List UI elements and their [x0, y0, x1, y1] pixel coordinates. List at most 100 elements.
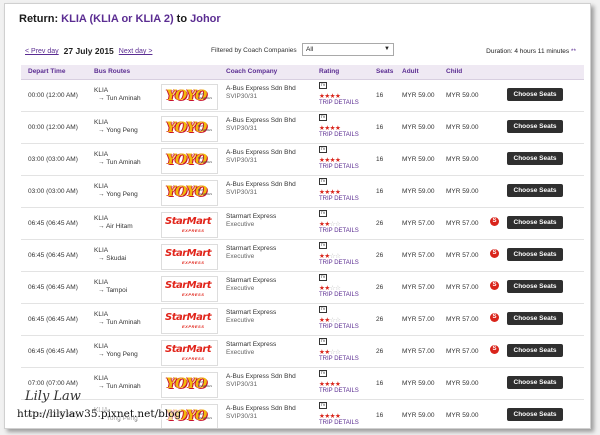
choose-seats-button[interactable]: Choose Seats [507, 152, 563, 165]
results-panel: Return: KLIA (KLIA or KLIA 2) to Johor <… [4, 3, 591, 429]
seats-available: 26 [376, 348, 384, 355]
child-price: MYR 57.00 [446, 252, 479, 259]
route-origin: KLIA [94, 247, 109, 254]
route-destination: → Tun Aminah [98, 95, 141, 102]
coach-type: Executive [226, 285, 255, 292]
col-depart-time: Depart Time [28, 68, 66, 75]
child-price: MYR 59.00 [446, 412, 479, 419]
trip-details-link[interactable]: TRIP DETAILS [319, 196, 359, 202]
choose-seats-button[interactable]: Choose Seats [507, 280, 563, 293]
coach-company-name: Starmart Express [226, 245, 277, 252]
coach-type: SVIP30/31 [226, 189, 258, 196]
star-empty-icon: ☆ [334, 253, 341, 260]
route-origin: KLIA [94, 375, 109, 382]
seats-available: 16 [376, 124, 384, 131]
tv-icon: TV [319, 370, 327, 377]
adult-price: MYR 59.00 [402, 156, 435, 163]
starmart-logo-text: StarMart [165, 280, 212, 291]
yoyo-logo: YOYO BAS EKSPRES [161, 372, 218, 398]
starmart-logo-text: StarMart [165, 248, 212, 259]
choose-seats-button[interactable]: Choose Seats [507, 120, 563, 133]
trip-details-link[interactable]: TRIP DETAILS [319, 292, 359, 298]
choose-seats-button[interactable]: Choose Seats [507, 344, 563, 357]
next-day-link[interactable]: Next day > [119, 48, 153, 55]
coach-company-name: A-Bus Express Sdn Bhd [226, 181, 296, 188]
choose-seats-button[interactable]: Choose Seats [507, 248, 563, 261]
depart-time: 06:45 (06:45 AM) [28, 220, 78, 227]
watermark-signature: Lily Law [25, 389, 81, 404]
starmart-logo-sub: EXPRESS [182, 292, 205, 297]
coach-company-name: Starmart Express [226, 277, 277, 284]
adult-price: MYR 59.00 [402, 380, 435, 387]
seats-available: 16 [376, 188, 384, 195]
duration-mark: ** [569, 48, 576, 55]
yoyo-logo-tagline: BAS EKSPRES [198, 92, 213, 100]
trip-details-link[interactable]: TRIP DETAILS [319, 228, 359, 234]
coach-type: SVIP30/31 [226, 413, 258, 420]
origin-name: KLIA (KLIA or KLIA 2) [61, 13, 174, 25]
route-destination: → Air Hitam [98, 223, 133, 230]
coach-company-filter-select[interactable]: All ▼ [302, 43, 394, 56]
trip-details-link[interactable]: TRIP DETAILS [319, 324, 359, 330]
prev-day-link[interactable]: < Prev day [25, 48, 59, 55]
choose-seats-button[interactable]: Choose Seats [507, 216, 563, 229]
choose-seats-button[interactable]: Choose Seats [507, 376, 563, 389]
yoyo-logo-tagline: BAS EKSPRES [198, 156, 213, 164]
col-child: Child [446, 68, 463, 75]
choose-seats-button[interactable]: Choose Seats [507, 184, 563, 197]
star-filled-icon: ★ [334, 157, 341, 164]
col-rating: Rating [319, 68, 340, 75]
coach-company-name: A-Bus Express Sdn Bhd [226, 117, 296, 124]
adult-price: MYR 57.00 [402, 348, 435, 355]
tv-icon: TV [319, 274, 327, 281]
rating-stars: ★★★★ [319, 412, 341, 420]
filter-selected-value: All [306, 46, 314, 53]
tv-icon: TV [319, 146, 327, 153]
star-filled-icon: ★ [334, 381, 341, 388]
destination-name: Johor [190, 13, 221, 25]
route-destination: → Tun Aminah [98, 159, 141, 166]
table-row: 06:45 (06:45 AM) KLIA → Tun Aminah StarMart… [21, 304, 584, 336]
starmart-logo-text: StarMart [165, 312, 212, 323]
starmart-logo-sub: EXPRESS [182, 356, 205, 361]
adult-price: MYR 59.00 [402, 124, 435, 131]
trip-details-link[interactable]: TRIP DETAILS [319, 100, 359, 106]
depart-time: 03:00 (03:00 AM) [28, 188, 78, 195]
yoyo-logo: YOYO BAS EKSPRES [161, 116, 218, 142]
trip-details-link[interactable]: TRIP DETAILS [319, 260, 359, 266]
table-row: 03:00 (03:00 AM) KLIA → Yong Peng YOYO BAS E… [21, 176, 584, 208]
yoyo-logo-tagline: BAS EKSPRES [198, 188, 213, 196]
coach-company-name: A-Bus Express Sdn Bhd [226, 85, 296, 92]
trip-details-link[interactable]: TRIP DETAILS [319, 420, 359, 426]
choose-seats-button[interactable]: Choose Seats [507, 88, 563, 101]
rating-stars: ★★☆☆ [319, 316, 341, 324]
trip-details-link[interactable]: TRIP DETAILS [319, 164, 359, 170]
yoyo-logo-tagline: BAS EKSPRES [198, 124, 213, 132]
col-coach-company: Coach Company [226, 68, 278, 75]
route-destination: → Skudai [98, 255, 127, 262]
choose-seats-button[interactable]: Choose Seats [507, 408, 563, 421]
starmart-logo-text: StarMart [165, 216, 212, 227]
star-empty-icon: ☆ [334, 349, 341, 356]
route-origin: KLIA [94, 279, 109, 286]
seats-available: 26 [376, 252, 384, 259]
star-empty-icon: ☆ [334, 317, 341, 324]
rating-stars: ★★☆☆ [319, 252, 341, 260]
child-price: MYR 59.00 [446, 380, 479, 387]
trip-details-link[interactable]: TRIP DETAILS [319, 356, 359, 362]
trip-details-link[interactable]: TRIP DETAILS [319, 132, 359, 138]
rating-stars: ★★☆☆ [319, 348, 341, 356]
rating-stars: ★★☆☆ [319, 220, 341, 228]
choose-seats-button[interactable]: Choose Seats [507, 312, 563, 325]
title-to: to [173, 13, 191, 25]
trip-details-link[interactable]: TRIP DETAILS [319, 388, 359, 394]
filter-label: Filtered by Coach Companies [211, 47, 297, 54]
coach-company-name: A-Bus Express Sdn Bhd [226, 373, 296, 380]
table-row: 06:45 (06:45 AM) KLIA → Air Hitam StarMart E… [21, 208, 584, 240]
table-row: 00:00 (12:00 AM) KLIA → Tun Aminah YOYO BAS … [21, 80, 584, 112]
promo-badge-icon: S [490, 249, 499, 258]
child-price: MYR 57.00 [446, 316, 479, 323]
tv-icon: TV [319, 178, 327, 185]
star-filled-icon: ★ [334, 189, 341, 196]
seats-available: 26 [376, 316, 384, 323]
